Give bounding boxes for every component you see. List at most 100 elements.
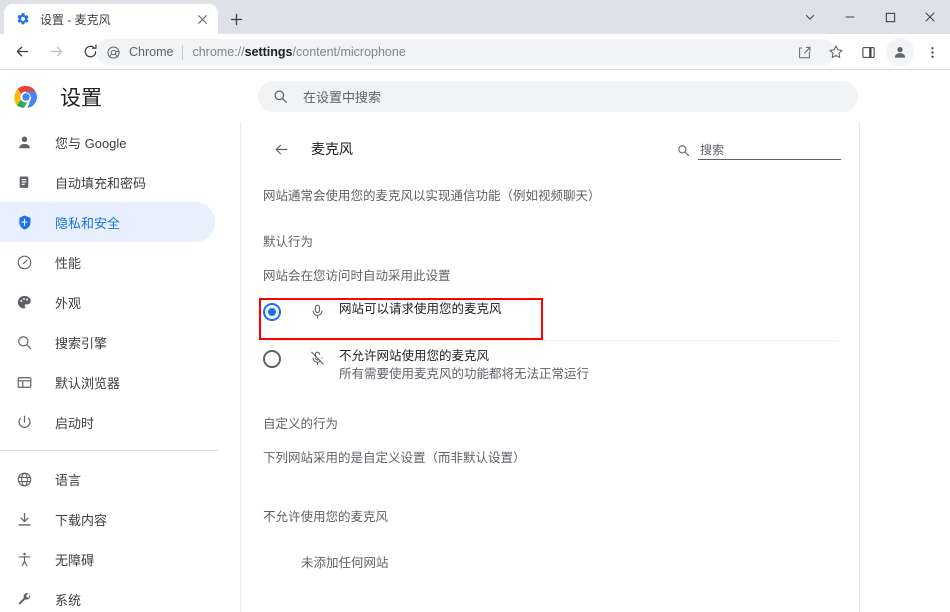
microphone-icon [307,301,327,321]
sidebar-item-label: 语言 [55,472,82,488]
sidebar-item-label: 无障碍 [55,552,95,568]
side-panel-icon[interactable] [854,38,882,66]
download-icon [14,509,34,529]
content-right-gutter [861,122,950,612]
forward-navigation-icon [42,38,70,66]
sidebar-divider [0,450,218,451]
url-suffix: /content/microphone [292,45,406,59]
tab-title: 设置 - 麦克风 [40,12,111,27]
new-tab-button[interactable] [224,7,248,31]
chrome-shield-icon [105,44,121,60]
content-page-header: 麦克风 搜索 [241,122,859,176]
sidebar-item-label: 性能 [55,255,82,271]
search-icon [14,332,34,352]
settings-search-placeholder: 在设置中搜索 [303,90,382,105]
sidebar-item-label: 您与 Google [55,135,127,151]
address-bar[interactable]: Chrome chrome://settings/content/microph… [96,39,836,65]
radio-option-allow-microphone[interactable]: 网站可以请求使用您的麦克风 [241,298,859,340]
blocked-sites-group-title: 不允许使用您的麦克风 [263,510,389,524]
window-controls [790,0,950,34]
content-search-input[interactable]: 搜索 [676,133,841,163]
wrench-icon [14,589,34,609]
omnibox-divider [182,44,184,60]
sidebar-item-label: 搜索引擎 [55,335,108,351]
omnibox-url: chrome://settings/content/microphone [192,45,405,59]
radio-button-unselected[interactable] [263,350,281,368]
content-search-placeholder: 搜索 [700,143,725,157]
clipboard-icon [14,172,34,192]
sidebar-item-label: 默认浏览器 [55,375,121,391]
browser-toolbar: Chrome chrome://settings/content/microph… [0,34,950,70]
person-icon [14,132,34,152]
three-dot-menu-icon[interactable] [918,38,946,66]
content-page-title: 麦克风 [311,141,353,157]
radio-option-label: 不允许网站使用您的麦克风 [339,349,490,363]
radio-button-selected[interactable] [263,303,281,321]
sidebar-item-label: 隐私和安全 [55,215,121,231]
url-bold-segment: settings [244,45,293,59]
settings-sidebar: 您与 Google 自动填充和密码 隐私和安全 性能 外观 搜索引擎 默认浏览器… [0,122,240,612]
settings-gear-icon [15,11,31,27]
settings-header: 设置 在设置中搜索 [0,71,950,122]
microphone-description: 网站通常会使用您的麦克风以实现通信功能（例如视频聊天） [263,189,601,203]
radio-option-text: 网站可以请求使用您的麦克风 [339,298,502,318]
sidebar-item-you-and-google[interactable]: 您与 Google [0,122,215,162]
accessibility-icon [14,549,34,569]
sidebar-item-languages[interactable]: 语言 [0,459,215,499]
browser-window: 设置 - 麦克风 Chrome chrome://settings/conten… [0,0,950,612]
share-icon[interactable] [790,38,818,66]
sidebar-item-label: 启动时 [55,415,95,431]
maximize-icon[interactable] [870,0,910,34]
toolbar-actions [788,38,948,66]
browser-window-icon [14,372,34,392]
sidebar-item-search-engine[interactable]: 搜索引擎 [0,322,215,362]
radio-option-label: 网站可以请求使用您的麦克风 [339,302,502,316]
sidebar-item-system[interactable]: 系统 [0,579,215,612]
microphone-off-icon [307,348,327,368]
bookmark-star-icon[interactable] [822,38,850,66]
sidebar-item-label: 自动填充和密码 [55,175,147,191]
sidebar-item-on-startup[interactable]: 启动时 [0,402,215,442]
back-navigation-icon[interactable] [8,38,36,66]
tab-search-chevron-down-icon[interactable] [790,0,830,34]
default-behavior-title: 默认行为 [263,235,314,249]
page-title: 设置 [60,86,102,110]
palette-icon [14,292,34,312]
default-behavior-subtitle: 网站会在您访问时自动采用此设置 [263,269,451,283]
content-search-underline [698,159,841,160]
chrome-logo [14,85,38,109]
profile-avatar-icon[interactable] [886,38,914,66]
search-icon [676,143,690,157]
browser-tab[interactable]: 设置 - 麦克风 [4,4,218,34]
sidebar-item-label: 外观 [55,295,82,311]
blocked-sites-empty-state: 未添加任何网站 [301,556,389,570]
radio-option-sublabel: 所有需要使用麦克风的功能都将无法正常运行 [339,367,590,381]
close-tab-icon[interactable] [192,9,212,29]
custom-behavior-title: 自定义的行为 [263,417,339,431]
minimize-icon[interactable] [830,0,870,34]
close-window-icon[interactable] [910,0,950,34]
default-behavior-radio-group: 网站可以请求使用您的麦克风 不允许网站使用您的麦克风 所有需要使用麦克风的功能都… [241,298,859,383]
speedometer-icon [14,252,34,272]
url-prefix: chrome:// [192,45,245,59]
sidebar-item-label: 下载内容 [55,512,108,528]
arrow-back-icon[interactable] [267,135,295,163]
radio-option-block-microphone[interactable]: 不允许网站使用您的麦克风 所有需要使用麦克风的功能都将无法正常运行 [241,341,859,383]
sidebar-item-accessibility[interactable]: 无障碍 [0,539,215,579]
power-icon [14,412,34,432]
sidebar-item-default-browser[interactable]: 默认浏览器 [0,362,215,402]
globe-icon [14,469,34,489]
settings-content: 麦克风 搜索 网站通常会使用您的麦克风以实现通信功能（例如视频聊天） 默认行为 … [240,122,860,612]
settings-search-input[interactable]: 在设置中搜索 [258,81,858,112]
sidebar-item-performance[interactable]: 性能 [0,242,215,282]
custom-behavior-subtitle: 下列网站采用的是自定义设置（而非默认设置） [263,451,526,465]
tab-strip: 设置 - 麦克风 [0,0,950,34]
sidebar-item-appearance[interactable]: 外观 [0,282,215,322]
sidebar-item-label: 系统 [55,592,82,608]
search-icon [272,88,289,105]
sidebar-item-autofill-passwords[interactable]: 自动填充和密码 [0,162,215,202]
sidebar-item-privacy-security[interactable]: 隐私和安全 [0,202,215,242]
sidebar-item-downloads[interactable]: 下载内容 [0,499,215,539]
omnibox-scheme-label: Chrome [129,45,174,59]
radio-option-text: 不允许网站使用您的麦克风 所有需要使用麦克风的功能都将无法正常运行 [339,345,589,383]
